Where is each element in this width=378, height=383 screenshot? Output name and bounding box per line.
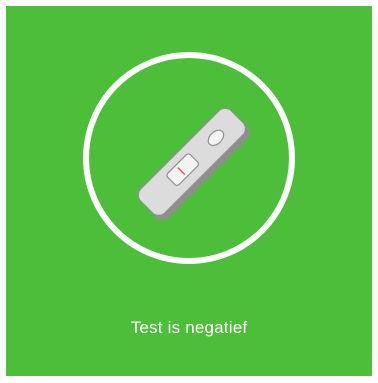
antigen-test-cassette-icon xyxy=(137,107,250,223)
result-message: Test is negatief xyxy=(130,318,248,337)
test-result-screen: Test is negatief xyxy=(0,0,378,383)
result-panel: Test is negatief xyxy=(6,6,372,376)
